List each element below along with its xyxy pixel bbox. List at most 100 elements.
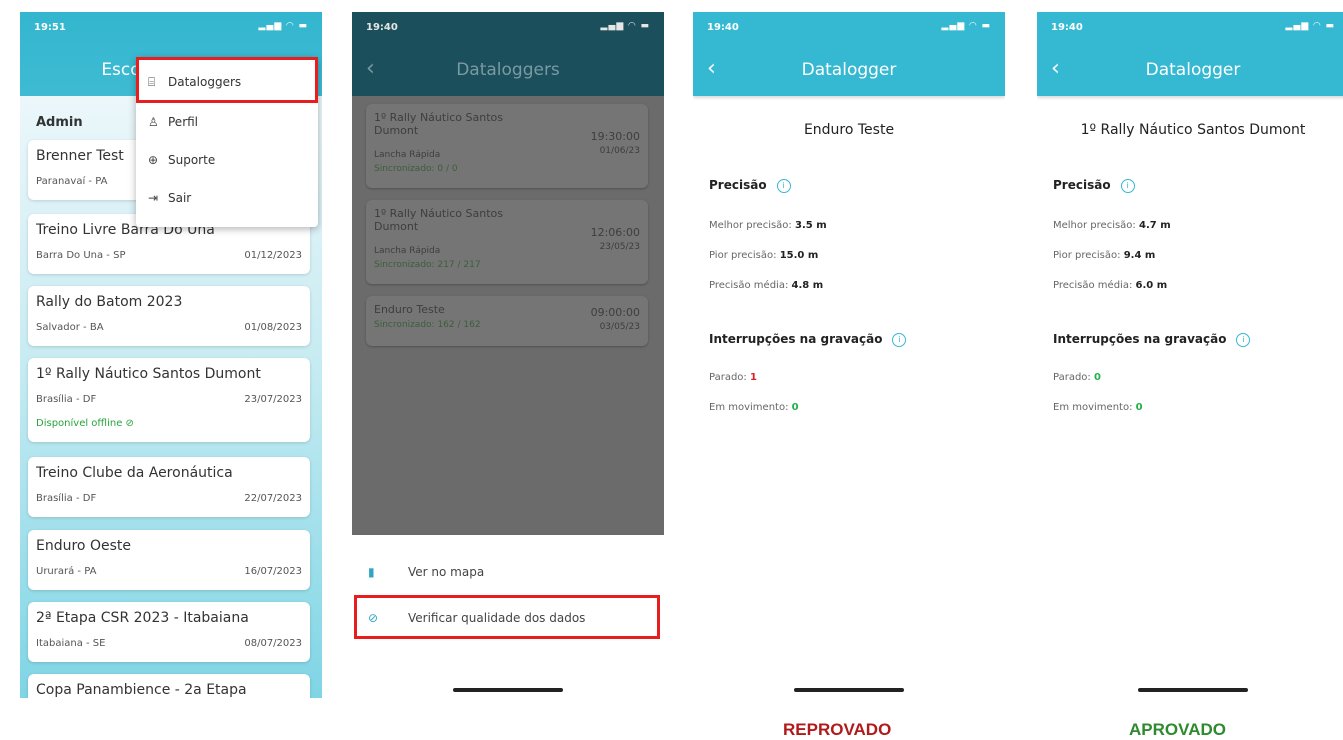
phone-datalogger-detail-pass: 19:40 ▂▄▆ ◠ ▬ ‹ Datalogger 1º Rally Náut… xyxy=(1037,12,1343,698)
page-title: Dataloggers xyxy=(456,60,560,80)
event-card[interactable]: Rally do Batom 2023 Salvador - BA 01/08/… xyxy=(28,286,310,346)
person-icon: ♙ xyxy=(148,115,159,129)
row-label: Melhor precisão: xyxy=(1053,220,1136,231)
status-time: 19:40 xyxy=(707,22,739,33)
nav-bar: ‹ Datalogger xyxy=(693,42,1005,96)
datalogger-time: 12:06:00 xyxy=(590,226,640,239)
offline-status: Disponível offline ⊘ xyxy=(36,418,134,429)
datalogger-date: 23/05/23 xyxy=(599,242,640,252)
event-title: Treino Clube da Aeronáutica xyxy=(36,465,233,481)
datalogger-card[interactable]: 1º Rally Náutico Santos Dumont Lancha Rá… xyxy=(366,200,648,284)
event-title: Enduro Oeste xyxy=(36,538,131,554)
event-location: Paranavaí - PA xyxy=(36,176,108,187)
event-date: 23/07/2023 xyxy=(244,394,302,405)
view-on-map-option[interactable]: Ver no mapa xyxy=(408,565,484,579)
datalogger-name: 1º Rally Náutico Santos Dumont xyxy=(1080,122,1306,138)
section-title: Precisão xyxy=(709,178,767,192)
event-card[interactable]: Treino Clube da Aeronáutica Brasília - D… xyxy=(28,457,310,517)
home-indicator xyxy=(794,688,904,692)
action-sheet: ▮ Ver no mapa ⊘ Verificar qualidade dos … xyxy=(352,535,664,698)
precision-section: Precisão i xyxy=(1053,178,1135,193)
phone-datalogger-detail-fail: 19:40 ▂▄▆ ◠ ▬ ‹ Datalogger Enduro Teste … xyxy=(693,12,1005,698)
row-label: Pior precisão: xyxy=(709,250,777,261)
menu-item-sair[interactable]: ⇥ Sair xyxy=(148,191,191,205)
event-location: Brasília - DF xyxy=(36,493,97,504)
average-precision: Precisão média: 6.0 m xyxy=(1053,280,1167,291)
event-date: 16/07/2023 xyxy=(244,566,302,577)
verdict-pass-label: APROVADO xyxy=(1129,720,1226,739)
info-icon[interactable]: i xyxy=(1120,178,1135,193)
event-location: Itabaiana - SE xyxy=(36,638,106,649)
event-card[interactable]: 2ª Etapa CSR 2023 - Itabaiana Itabaiana … xyxy=(28,602,310,662)
event-location: Brasília - DF xyxy=(36,394,97,405)
row-label: Precisão média: xyxy=(709,280,789,291)
row-value: 4.8 m xyxy=(791,280,824,291)
status-bar: 19:51 ▂▄▆ ◠ ▬ xyxy=(20,12,322,42)
datalogger-card[interactable]: Enduro Teste Sincronizado: 162 / 162 09:… xyxy=(366,296,648,346)
interruptions-section: Interrupções na gravação i xyxy=(1053,332,1251,347)
phone-dataloggers-screen: 19:40 ▂▄▆ ◠ ▬ ‹ Dataloggers 1º Rally Náu… xyxy=(352,12,664,698)
section-title: Interrupções na gravação xyxy=(709,332,883,346)
offline-label: Disponível offline xyxy=(36,418,123,429)
event-title: Brenner Test xyxy=(36,148,124,164)
signal-wifi-battery-icon: ▂▄▆ ◠ ▬ xyxy=(258,21,308,31)
signal-wifi-battery-icon: ▂▄▆ ◠ ▬ xyxy=(600,21,650,31)
event-title: Rally do Batom 2023 xyxy=(36,294,183,310)
stopped-count: Parado: 0 xyxy=(1053,372,1101,383)
datalogger-date: 03/05/23 xyxy=(599,322,640,332)
info-icon[interactable]: i xyxy=(776,178,791,193)
row-label: Parado: xyxy=(709,372,747,383)
datalogger-time: 19:30:00 xyxy=(590,130,640,143)
event-date: 08/07/2023 xyxy=(244,638,302,649)
row-value: 0 xyxy=(1093,372,1101,383)
page-title: Datalogger xyxy=(801,60,897,80)
event-date: 01/12/2023 xyxy=(244,250,302,261)
datalogger-date: 01/06/23 xyxy=(599,146,640,156)
menu-item-label: Sair xyxy=(168,191,192,205)
event-title: 1º Rally Náutico Santos Dumont xyxy=(36,366,261,382)
home-indicator xyxy=(453,688,563,692)
worst-precision: Pior precisão: 15.0 m xyxy=(709,250,818,261)
row-label: Melhor precisão: xyxy=(709,220,792,231)
datalogger-time: 09:00:00 xyxy=(590,306,640,319)
row-value: 6.0 m xyxy=(1135,280,1168,291)
phone-events-screen: 19:51 ▂▄▆ ◠ ▬ Esco Admin Brenner Test Pa… xyxy=(20,12,322,698)
event-card[interactable]: Enduro Oeste Ururará - PA 16/07/2023 xyxy=(28,530,310,590)
row-value: 3.5 m xyxy=(795,220,827,231)
event-card[interactable]: Copa Panambience - 2a Etapa xyxy=(28,674,310,698)
page-title: Datalogger xyxy=(1145,60,1241,80)
event-location: Ururará - PA xyxy=(36,566,97,577)
datalogger-name: Enduro Teste xyxy=(803,122,895,138)
info-icon[interactable]: i xyxy=(1236,332,1251,347)
event-card[interactable]: 1º Rally Náutico Santos Dumont Brasília … xyxy=(28,358,310,442)
datalogger-card[interactable]: 1º Rally Náutico Santos Dumont Lancha Rá… xyxy=(366,104,648,188)
check-circle-icon: ⊘ xyxy=(125,418,134,429)
row-label: Em movimento: xyxy=(1053,402,1133,413)
status-bar: 19:40 ▂▄▆ ◠ ▬ xyxy=(352,12,664,42)
highlight-box xyxy=(136,57,318,103)
info-icon[interactable]: i xyxy=(892,332,907,347)
menu-item-suporte[interactable]: ⊕ Suporte xyxy=(148,153,215,167)
moving-count: Em movimento: 0 xyxy=(709,402,799,413)
section-title: Interrupções na gravação xyxy=(1053,332,1227,346)
menu-item-perfil[interactable]: ♙ Perfil xyxy=(148,115,198,129)
home-indicator xyxy=(1138,688,1248,692)
event-date: 01/08/2023 xyxy=(244,322,302,333)
sync-status: Sincronizado: 162 / 162 xyxy=(374,320,481,330)
worst-precision: Pior precisão: 9.4 m xyxy=(1053,250,1155,261)
row-label: Em movimento: xyxy=(709,402,789,413)
status-time: 19:40 xyxy=(1051,22,1083,33)
status-time: 19:51 xyxy=(34,22,66,33)
precision-section: Precisão i xyxy=(709,178,791,193)
status-bar: 19:40 ▂▄▆ ◠ ▬ xyxy=(693,12,1005,42)
status-bar: 19:40 ▂▄▆ ◠ ▬ xyxy=(1037,12,1343,42)
moving-count: Em movimento: 0 xyxy=(1053,402,1143,413)
event-date: 22/07/2023 xyxy=(244,493,302,504)
datalogger-title: 1º Rally Náutico Santos Dumont xyxy=(374,111,503,137)
event-title: Copa Panambience - 2a Etapa xyxy=(36,682,247,698)
section-header: Admin xyxy=(36,115,83,130)
event-title: 2ª Etapa CSR 2023 - Itabaiana xyxy=(36,610,249,626)
event-location: Barra Do Una - SP xyxy=(36,250,126,261)
event-location: Salvador - BA xyxy=(36,322,104,333)
logout-icon: ⇥ xyxy=(148,191,159,205)
